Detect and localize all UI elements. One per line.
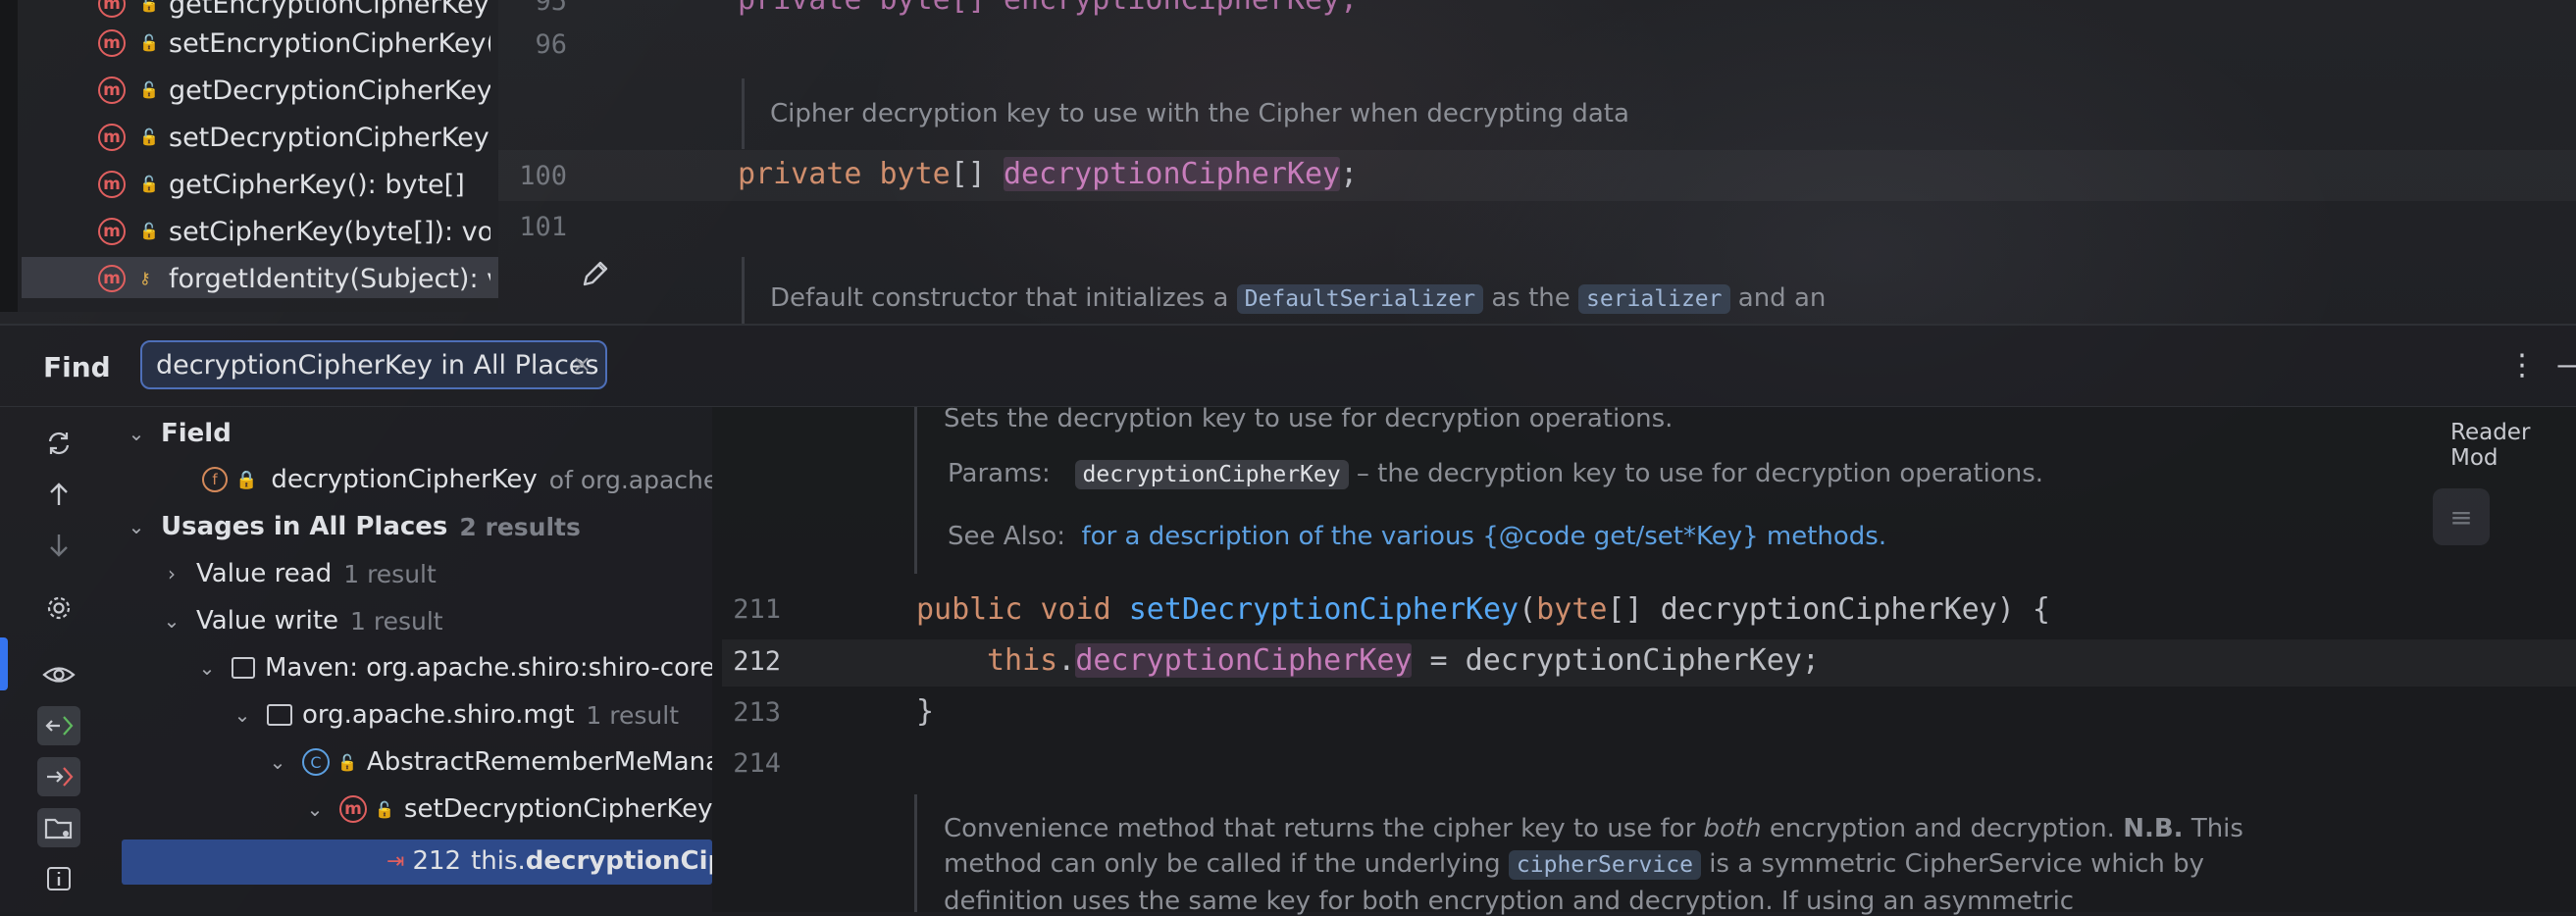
tree-node-field-item[interactable]: f 🔒 decryptionCipherKey of org.apache.s [202,458,712,501]
write-access-icon: ⇥ [386,848,405,874]
method-icon: m [98,218,126,245]
chevron-down-icon[interactable]: ⌄ [126,515,147,538]
chevron-down-icon[interactable]: ⌄ [196,656,218,680]
doc-comment: Default constructor that initializes a D… [742,257,1826,324]
write-access-icon[interactable] [37,757,80,796]
arrow-up-icon[interactable] [37,475,80,514]
line-number: 211 [733,594,781,625]
structure-item[interactable]: m 🔓 setDecryptionCipherKey(by [98,118,490,157]
doc-description: Convenience method that returns the ciph… [944,814,2243,843]
public-access-icon: 🔓 [139,175,159,193]
tree-node-class[interactable]: ⌄ C 🔓 AbstractRememberMeMana [267,740,712,784]
left-edge [0,0,18,312]
line-number: 213 [733,697,781,728]
structure-item[interactable]: m 🔓 getEncryptionCipherKey(): [98,0,490,24]
public-access-icon: 🔓 [139,0,159,13]
tree-node-usages[interactable]: ⌄ Usages in All Places 2 results [126,505,581,548]
doc-border [914,407,917,574]
doc-description: Sets the decryption key to use for decry… [944,404,1674,433]
chevron-right-icon[interactable]: › [161,562,182,585]
gear-icon[interactable] [37,588,80,628]
see-also-link[interactable]: for a description of the various {@code … [1082,522,1887,551]
method-icon: m [339,795,367,823]
public-access-icon: 🔓 [139,80,159,99]
doc-border [914,794,917,912]
close-icon[interactable]: × [568,350,595,380]
public-access-icon: 🔓 [139,222,159,240]
class-icon: C [302,748,330,776]
minimize-icon[interactable]: — [2556,348,2576,383]
doc-comment: Cipher decryption key to use with the Ci… [742,78,1629,149]
code-line-211[interactable]: public void setDecryptionCipherKey(byte[… [916,592,2050,627]
code-line-100[interactable]: private byte[] decryptionCipherKey; [738,157,1358,191]
chevron-down-icon[interactable]: ⌄ [304,797,326,821]
structure-item[interactable]: m 🔓 getDecryptionCipherKey(): [98,71,490,110]
tree-node-maven[interactable]: ⌄ Maven: org.apache.shiro:shiro-core:1 [196,646,712,689]
chevron-down-icon[interactable]: ⌄ [232,703,253,727]
line-number: 96 [535,29,567,60]
method-icon: m [98,29,126,57]
package-icon [267,704,292,726]
chevron-down-icon[interactable]: ⌄ [126,422,147,445]
active-indicator [0,637,8,690]
line-number: 101 [519,212,567,242]
structure-item[interactable]: m 🔓 setEncryptionCipherKey(by [98,24,490,63]
method-icon: m [98,0,126,18]
public-access-icon: 🔓 [139,127,159,146]
line-number: 95 [535,0,567,17]
structure-item[interactable]: m ⚷ forgetIdentity(Subject): void [98,259,490,298]
key-icon: ⚷ [139,269,151,287]
structure-item[interactable]: m 🔓 setCipherKey(byte[]): void [98,212,490,251]
tree-node-value-write[interactable]: ⌄ Value write 1 result [161,599,443,642]
more-options-icon[interactable]: ⋮ [2507,348,2537,383]
wrap-icon[interactable]: ≡ [2433,488,2490,545]
find-results-tab[interactable]: decryptionCipherKey in All Places × [140,340,607,389]
tree-node-method[interactable]: ⌄ m 🔓 setDecryptionCipherKey( [304,788,712,831]
structure-item[interactable]: m 🔓 getCipherKey(): byte[] [98,165,490,204]
field-icon: f [202,467,228,492]
arrow-down-icon[interactable] [37,526,80,565]
doc-params: Params: decryptionCipherKey – the decryp… [948,459,2044,489]
method-icon: m [98,265,126,292]
public-access-icon: 🔓 [337,752,357,772]
chevron-down-icon[interactable]: ⌄ [267,750,288,774]
tree-node-usage[interactable]: ⇥ 212 this. decryptionCiph [386,840,712,883]
public-access-icon: 🔓 [139,33,159,52]
line-number: 212 [733,646,781,677]
folder-settings-icon[interactable] [37,808,80,847]
doc-description: method can only be called if the underly… [944,849,2204,880]
tree-node-field[interactable]: ⌄ Field [126,412,232,455]
tree-node-package[interactable]: ⌄ org.apache.shiro.mgt 1 result [232,693,679,737]
library-icon [232,657,255,679]
find-title: Find [43,351,111,383]
reader-mode-toggle[interactable]: Reader Mod [2450,420,2576,471]
usages-tree: ⌄ Field f 🔒 decryptionCipherKey of org.a… [118,407,712,912]
refresh-icon[interactable] [37,424,80,463]
method-icon: m [98,76,126,104]
method-icon: m [98,124,126,151]
code-line-213[interactable]: } [916,694,934,729]
eye-icon[interactable] [37,655,80,694]
info-icon[interactable] [37,859,80,898]
chevron-down-icon[interactable]: ⌄ [161,609,182,633]
doc-see-also: See Also: for a description of the vario… [948,522,1887,551]
code-line-212[interactable]: this.decryptionCipherKey = decryptionCip… [987,643,1820,678]
code-line[interactable]: private byte[] encryptionCipherKey; [738,0,1358,17]
public-access-icon: 🔓 [375,799,394,819]
read-access-icon[interactable] [37,706,80,745]
lock-icon: 🔒 [235,469,258,490]
line-number: 214 [733,748,781,779]
pencil-icon[interactable] [579,257,612,290]
method-icon: m [98,171,126,198]
tree-node-value-read[interactable]: › Value read 1 result [161,552,437,595]
